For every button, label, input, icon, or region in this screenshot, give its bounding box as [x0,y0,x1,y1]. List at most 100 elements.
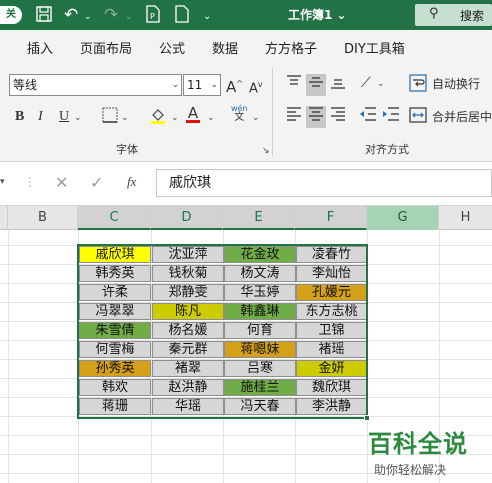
table-cell[interactable]: 冯翠翠 [79,303,151,320]
table-cell[interactable]: 蒋珊 [79,398,151,415]
table-cell[interactable]: 郑静雯 [152,284,224,301]
merge-center-label[interactable]: 合并后居中 [432,108,492,126]
table-cell[interactable]: 韩秀英 [79,265,151,282]
column-header-b[interactable]: B [8,206,78,230]
menu-diy-toolbox[interactable]: DIY工具箱 [344,38,405,57]
chevron-down-icon[interactable]: ⌄ [171,113,179,123]
column-header-f[interactable]: F [295,206,367,230]
table-cell[interactable]: 韩鑫琳 [224,303,296,320]
bold-button[interactable]: B [15,108,24,126]
table-cell[interactable]: 东方志桃 [296,303,367,320]
table-cell[interactable]: 李洪静 [296,398,367,415]
column-header-h[interactable]: H [439,206,492,230]
table-cell[interactable]: 蒋嗯妹 [224,341,296,358]
align-left-icon[interactable] [284,106,304,128]
column-header-partial [0,206,8,230]
table-cell[interactable]: 花金玫 [224,246,296,263]
fill-color-icon[interactable] [149,106,167,129]
redo-dropdown-icon[interactable]: ⌄ [125,7,133,27]
align-top-icon[interactable] [284,74,304,96]
undo-dropdown-icon[interactable]: ⌄ [84,7,92,27]
merge-center-icon[interactable] [409,106,427,129]
phonetic-icon[interactable]: wén 文 [231,104,248,123]
insert-function-icon[interactable]: fx [127,174,136,190]
new-file-icon[interactable] [174,5,190,29]
font-name-select[interactable]: 等线 ⌄ [9,74,182,96]
orientation-icon[interactable]: ⟋ [361,74,371,92]
chevron-down-icon[interactable]: ⌄ [252,113,260,123]
menu-formulas[interactable]: 公式 [159,38,185,57]
table-cell[interactable]: 孔媛元 [296,284,367,301]
table-cell[interactable]: 李灿怡 [296,265,367,282]
table-cell[interactable]: 韩欢 [79,379,151,396]
menu-fangfang[interactable]: 方方格子 [265,38,317,57]
table-cell[interactable]: 褚瑶 [296,341,367,358]
table-cell[interactable]: 凌春竹 [296,246,367,263]
column-header-e[interactable]: E [223,206,295,230]
watermark-subtitle: 助你轻松解决 [374,463,447,477]
redo-icon[interactable]: ↷ [104,5,118,25]
search-box[interactable]: ⚲ 搜索 [415,4,492,26]
table-cell[interactable]: 朱雪倩 [79,322,151,339]
save-icon[interactable] [35,5,53,29]
name-box-dropdown-icon[interactable]: ▾ [0,177,5,187]
table-cell[interactable]: 钱秋菊 [152,265,224,282]
wrap-text-label[interactable]: 自动换行 [432,75,480,93]
formula-input[interactable]: 戚欣琪 [156,169,492,197]
decrease-indent-icon[interactable] [359,106,377,127]
menu-insert[interactable]: 插入 [27,38,53,57]
font-dialog-launcher-icon[interactable]: ↘ [262,146,270,156]
table-cell[interactable]: 卫锦 [296,322,367,339]
column-header-c[interactable]: C [78,206,151,230]
chevron-down-icon[interactable]: ⌄ [377,79,385,89]
column-header-g[interactable]: G [367,206,439,230]
font-size-select[interactable]: 11 ⌄ [183,74,221,96]
gridline-horizontal [0,416,492,417]
column-header-d[interactable]: D [151,206,223,230]
table-cell[interactable]: 华瑶 [152,398,224,415]
table-cell[interactable]: 许柔 [79,284,151,301]
table-cell[interactable]: 华玉婷 [224,284,296,301]
chevron-down-icon[interactable]: ⌄ [207,113,215,123]
chevron-down-icon[interactable]: ⌄ [74,113,82,123]
menu-data[interactable]: 数据 [212,38,238,57]
customize-toolbar-icon[interactable]: ⌄ [203,7,211,27]
wrap-text-icon[interactable] [409,74,427,97]
chevron-down-icon[interactable]: ⌄ [121,113,129,123]
font-group-label: 字体 [116,143,138,156]
table-cell[interactable]: 何雪梅 [79,341,151,358]
table-cell[interactable]: 金妍 [296,360,367,377]
menu-page-layout[interactable]: 页面布局 [80,38,132,57]
close-button[interactable]: 关 [0,6,22,24]
table-cell[interactable]: 孙秀英 [79,360,151,377]
align-right-icon[interactable] [328,106,348,128]
fill-handle[interactable] [364,415,370,421]
table-cell[interactable]: 施桂兰 [224,379,296,396]
table-cell[interactable]: 沈亚萍 [152,246,224,263]
align-bottom-icon[interactable] [328,74,348,96]
table-cell[interactable]: 冯天春 [224,398,296,415]
font-color-icon[interactable]: A [186,104,200,123]
borders-icon[interactable] [102,107,118,128]
increase-indent-icon[interactable] [382,106,400,127]
table-cell[interactable]: 秦元群 [152,341,224,358]
underline-button[interactable]: U [59,108,69,126]
enter-icon[interactable]: ✓ [90,173,103,192]
italic-button[interactable]: I [38,108,43,126]
table-cell[interactable]: 褚翠 [152,360,224,377]
table-cell[interactable]: 陈凡 [152,303,224,320]
table-cell[interactable]: 魏欣琪 [296,379,367,396]
table-cell[interactable]: 戚欣琪 [79,246,151,263]
align-center-icon[interactable] [306,106,326,128]
file-icon[interactable]: P [145,5,161,29]
table-cell[interactable]: 杨名媛 [152,322,224,339]
undo-icon[interactable]: ↶ [64,5,78,25]
cancel-icon[interactable]: ✕ [55,173,68,192]
table-cell[interactable]: 何育 [224,322,296,339]
grow-font-icon[interactable]: A^ [226,75,243,96]
shrink-font-icon[interactable]: Av [249,76,263,98]
table-cell[interactable]: 杨文涛 [224,265,296,282]
align-middle-icon[interactable] [306,74,326,96]
table-cell[interactable]: 吕寒 [224,360,296,377]
table-cell[interactable]: 赵洪静 [152,379,224,396]
